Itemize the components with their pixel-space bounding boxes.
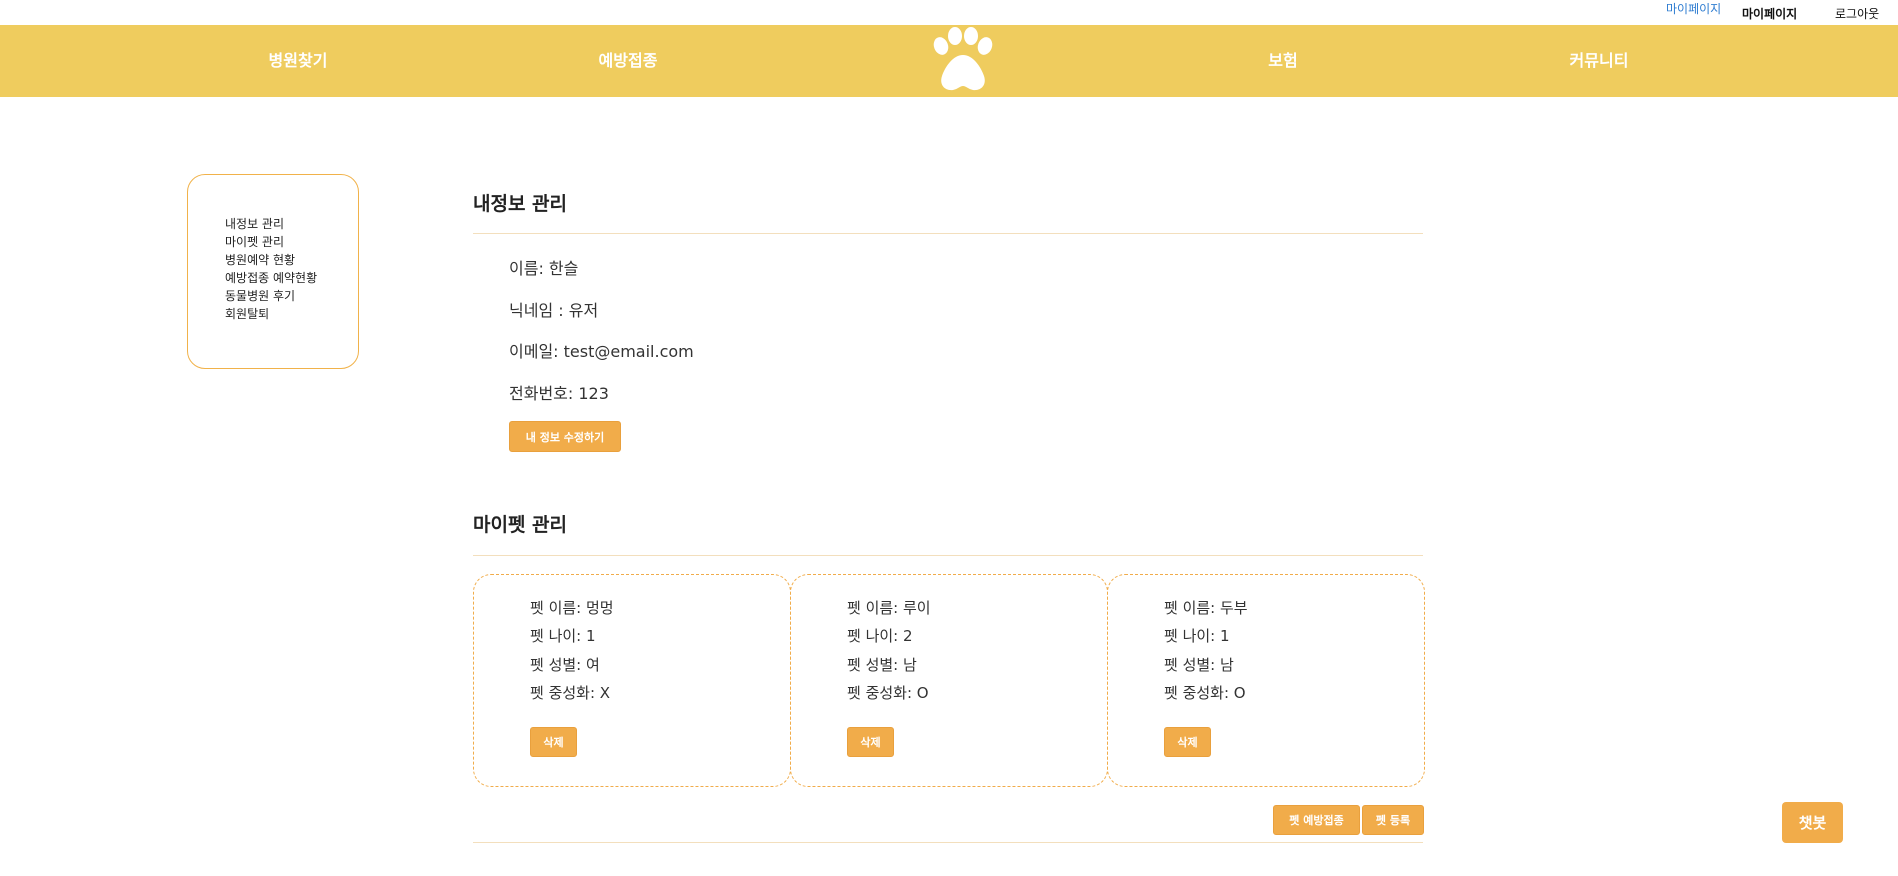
logout-link[interactable]: 로그아웃 xyxy=(1835,5,1879,22)
sidebar-item-withdraw[interactable]: 회원탈퇴 xyxy=(225,305,358,323)
bottom-divider xyxy=(473,842,1423,843)
pet-age: 펫 나이: 2 xyxy=(847,627,913,645)
pet-age: 펫 나이: 1 xyxy=(530,627,596,645)
pet-gender: 펫 성별: 남 xyxy=(1164,656,1234,674)
edit-info-button[interactable]: 내 정보 수정하기 xyxy=(509,421,621,452)
pet-card: 펫 이름: 루이 펫 나이: 2 펫 성별: 남 펫 중성화: O 삭제 xyxy=(790,574,1108,787)
info-email: 이메일: test@email.com xyxy=(509,342,694,361)
my-info-divider xyxy=(473,233,1423,234)
pet-card: 펫 이름: 멍멍 펫 나이: 1 펫 성별: 여 펫 중성화: X 삭제 xyxy=(473,574,791,787)
delete-pet-button[interactable]: 삭제 xyxy=(847,727,894,757)
pet-vaccination-button[interactable]: 펫 예방접종 xyxy=(1273,805,1360,835)
sidebar-item-vaccination-reservations[interactable]: 예방접종 예약현황 xyxy=(225,269,358,287)
delete-pet-button[interactable]: 삭제 xyxy=(1164,727,1211,757)
delete-pet-button[interactable]: 삭제 xyxy=(530,727,577,757)
pet-name: 펫 이름: 두부 xyxy=(1164,599,1248,617)
mypage-link[interactable]: 마이페이지 xyxy=(1742,5,1797,22)
pet-neutered: 펫 중성화: X xyxy=(530,684,611,702)
info-phone: 전화번호: 123 xyxy=(509,384,609,403)
top-utility-bar: 마이페이지 마이페이지 로그아웃 xyxy=(0,0,1898,25)
pet-gender: 펫 성별: 남 xyxy=(847,656,917,674)
nav-vaccination[interactable]: 예방접종 xyxy=(599,25,658,97)
my-pet-divider xyxy=(473,555,1423,556)
pet-name: 펫 이름: 루이 xyxy=(847,599,931,617)
pet-name: 펫 이름: 멍멍 xyxy=(530,599,614,617)
sidebar: 내정보 관리 마이펫 관리 병원예약 현황 예방접종 예약현황 동물병원 후기 … xyxy=(187,174,359,369)
nav-community[interactable]: 커뮤니티 xyxy=(1570,25,1629,97)
sidebar-item-hospital-reviews[interactable]: 동물병원 후기 xyxy=(225,287,358,305)
mypage-link-blue[interactable]: 마이페이지 xyxy=(1666,0,1721,17)
chatbot-button[interactable]: 챗봇 xyxy=(1782,802,1843,843)
my-info-title: 내정보 관리 xyxy=(473,193,568,215)
sidebar-item-my-pet[interactable]: 마이펫 관리 xyxy=(225,233,358,251)
pet-age: 펫 나이: 1 xyxy=(1164,627,1230,645)
paw-icon[interactable] xyxy=(927,27,999,93)
pet-neutered: 펫 중성화: O xyxy=(1164,684,1246,702)
pet-neutered: 펫 중성화: O xyxy=(847,684,929,702)
pet-gender: 펫 성별: 여 xyxy=(530,656,600,674)
sidebar-item-hospital-reservations[interactable]: 병원예약 현황 xyxy=(225,251,358,269)
nav-insurance[interactable]: 보험 xyxy=(1268,25,1297,97)
my-pet-title: 마이펫 관리 xyxy=(473,514,568,536)
nav-hospital-search[interactable]: 병원찾기 xyxy=(269,25,328,97)
info-nickname: 닉네임 : 유저 xyxy=(509,301,599,320)
pet-card: 펫 이름: 두부 펫 나이: 1 펫 성별: 남 펫 중성화: O 삭제 xyxy=(1107,574,1425,787)
pet-register-button[interactable]: 펫 등록 xyxy=(1362,805,1424,835)
info-name: 이름: 한슬 xyxy=(509,259,579,278)
sidebar-item-my-info[interactable]: 내정보 관리 xyxy=(225,215,358,233)
